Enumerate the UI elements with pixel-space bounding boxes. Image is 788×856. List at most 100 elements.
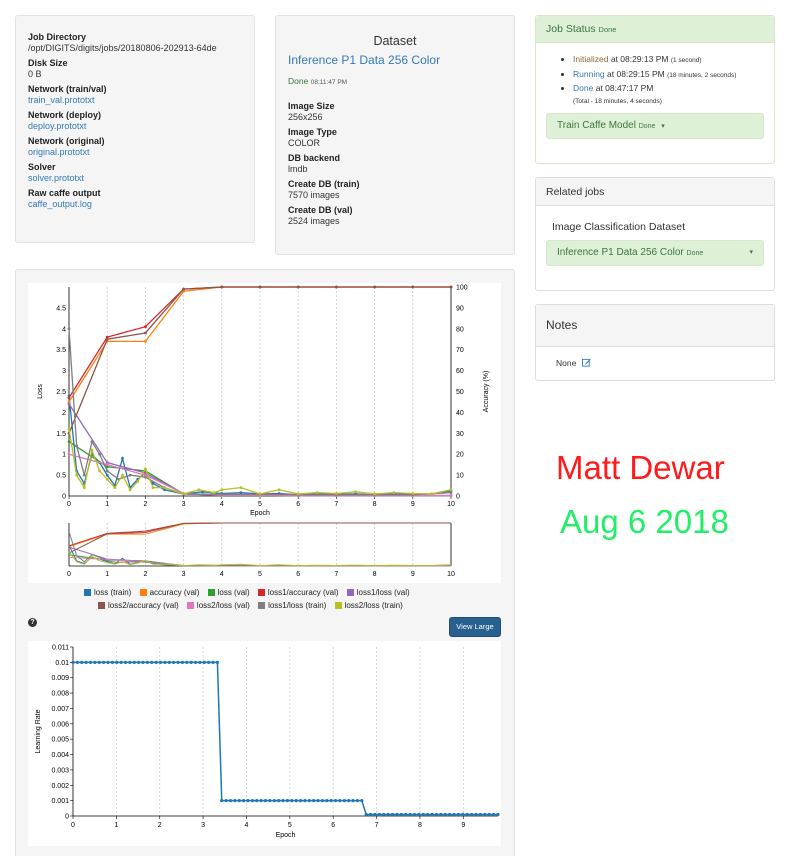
- data-point: [137, 660, 141, 664]
- data-point: [439, 812, 443, 817]
- data-point: [281, 799, 285, 803]
- data-point: [474, 812, 478, 817]
- data-point: [105, 463, 109, 467]
- status-event: Initialized at 08:29:13 PM (1 second): [573, 53, 774, 68]
- data-point: [315, 491, 319, 495]
- y-tick-label: 0.004: [51, 752, 69, 759]
- data-point: [303, 799, 307, 803]
- legend-item[interactable]: loss1/loss (val): [346, 588, 410, 597]
- caret-down-icon: ▾: [749, 249, 753, 256]
- dataset-status-time: 08:11:47 PM: [310, 79, 348, 86]
- status-event-time: at 08:29:13 PM: [610, 54, 669, 64]
- data-point: [67, 427, 71, 431]
- data-point: [105, 469, 109, 473]
- y2-tick-label: 100: [456, 285, 468, 292]
- job-status-title: Job Status: [546, 23, 596, 35]
- x-tick-label: 5: [288, 822, 292, 829]
- legend-item[interactable]: loss2/loss (train): [334, 601, 403, 610]
- legend-item[interactable]: loss1/loss (train): [258, 601, 326, 610]
- data-point: [119, 660, 123, 664]
- data-point: [71, 660, 75, 664]
- job-status-heading: Job Status Done: [536, 16, 774, 43]
- legend-item[interactable]: loss2/accuracy (val): [98, 601, 179, 610]
- data-point: [382, 812, 386, 817]
- help-icon[interactable]: ?: [28, 618, 37, 627]
- overview-x-tick-label: 4: [220, 571, 224, 578]
- legend-item[interactable]: loss2/loss (val): [186, 601, 250, 610]
- overview-x-tick-label: 9: [411, 571, 415, 578]
- data-point: [338, 799, 342, 803]
- data-point: [290, 799, 294, 803]
- network-original-link[interactable]: original.prototxt: [28, 147, 90, 157]
- data-point: [75, 660, 79, 664]
- data-point: [399, 812, 403, 817]
- dataset-link[interactable]: Inference P1 Data 256 Color: [288, 53, 502, 67]
- data-point: [180, 660, 185, 664]
- status-event-state: Done: [573, 83, 594, 93]
- data-point: [373, 492, 376, 496]
- status-event-duration: (1 second): [670, 57, 702, 64]
- edit-icon[interactable]: [581, 358, 591, 367]
- data-point: [80, 660, 84, 664]
- related-dataset-button[interactable]: Inference P1 Data 256 Color Done ▾: [546, 240, 764, 266]
- y2-tick-label: 80: [456, 326, 464, 333]
- y-tick-label: 0.002: [51, 783, 69, 790]
- data-point: [417, 812, 421, 817]
- data-point: [258, 285, 262, 289]
- y-tick-label: 4: [62, 326, 66, 333]
- data-point: [67, 452, 71, 456]
- data-point: [220, 488, 224, 492]
- legend-item[interactable]: loss (val): [207, 588, 250, 597]
- data-point: [176, 660, 180, 664]
- data-point: [354, 490, 357, 494]
- x-tick-label: 4: [245, 822, 249, 829]
- data-point: [121, 456, 124, 460]
- network-train-val-link[interactable]: train_val.prototxt: [28, 95, 95, 105]
- chart-legend-row-2: loss2/accuracy (val) loss2/loss (val) lo…: [98, 601, 409, 610]
- data-point: [105, 477, 109, 481]
- data-point: [465, 812, 469, 817]
- data-point: [197, 488, 201, 492]
- train-caffe-model-label: Train Caffe Model: [557, 120, 636, 131]
- y2-tick-label: 90: [456, 305, 464, 312]
- data-point: [144, 331, 147, 335]
- y-tick-label: 0: [62, 494, 66, 501]
- data-point: [335, 285, 338, 289]
- solver-link[interactable]: solver.prototxt: [28, 173, 84, 183]
- status-event-state: Initialized: [573, 54, 609, 64]
- network-train-val-label: Network (train/val): [28, 84, 107, 94]
- data-point: [67, 440, 71, 444]
- overview-x-tick-label: 8: [373, 571, 377, 578]
- y-tick-label: 0.003: [51, 767, 69, 774]
- legend-item[interactable]: loss (train): [84, 588, 131, 597]
- data-point: [411, 492, 415, 495]
- train-caffe-model-button[interactable]: Train Caffe Model Done ▾: [546, 113, 764, 139]
- data-point: [246, 799, 250, 803]
- db-backend-label: DB backend: [288, 153, 341, 163]
- status-event: Running at 08:29:15 PM (18 minutes, 2 se…: [573, 68, 774, 83]
- data-point: [461, 812, 465, 817]
- y-tick-label: 2: [62, 410, 66, 417]
- dataset-status-text: Done: [288, 76, 309, 86]
- dataset-status: Done 08:11:47 PM: [288, 76, 502, 86]
- learning-rate-svg: 0 1 2 3 4 5 6 7 8 9 0 0.001 0.002 0.003 0.004 0.005 0.00…: [35, 645, 500, 839]
- data-point: [404, 812, 408, 817]
- raw-output-link[interactable]: caffe_output.log: [28, 199, 92, 209]
- data-point: [347, 799, 351, 803]
- legend-item[interactable]: loss1/accuracy (val): [257, 588, 339, 597]
- view-large-button[interactable]: View Large: [449, 617, 501, 637]
- legend-item[interactable]: accuracy (val): [139, 588, 199, 597]
- data-point: [220, 492, 224, 496]
- data-point: [268, 799, 272, 803]
- data-point: [335, 492, 338, 495]
- x-tick-label: 8: [418, 822, 422, 829]
- data-point: [212, 491, 216, 495]
- loss-accuracy-chart: 0 1 2 3 4 5 6 7 8 9 10 0 0.5 1 1.5 2 2.5 3 3.5 4 4.5 0 10 20 30 4…: [28, 283, 501, 583]
- y2-tick-label: 40: [456, 410, 464, 417]
- signature-name: Matt Dewar: [556, 449, 725, 486]
- y-tick-label: 1: [62, 452, 66, 459]
- x-tick-label: 5: [258, 501, 262, 508]
- job-status-events: Initialized at 08:29:13 PM (1 second) Ru…: [536, 53, 774, 107]
- learning-rate-chart: 0 1 2 3 4 5 6 7 8 9 0 0.001 0.002 0.003 0.004 0.005 0.00…: [28, 641, 501, 846]
- network-deploy-link[interactable]: deploy.prototxt: [28, 121, 86, 131]
